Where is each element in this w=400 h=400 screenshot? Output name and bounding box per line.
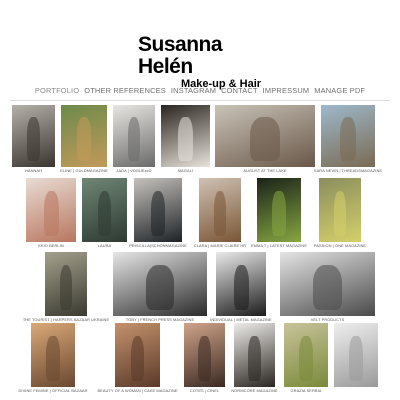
photo-subject (150, 190, 166, 236)
gallery-caption: AUGUST AT THE LAKE (243, 168, 287, 173)
gallery-item[interactable] (280, 252, 375, 316)
nav-instagram[interactable]: INSTAGRAM (171, 86, 216, 95)
gallery-caption: NORMCORE MAGAZINE (231, 388, 278, 393)
gallery-item[interactable] (334, 323, 378, 387)
gallery-item[interactable] (82, 178, 127, 242)
photo-subject (59, 264, 73, 310)
gallery-item[interactable] (184, 323, 225, 387)
gallery-item[interactable] (115, 323, 160, 387)
gallery-item[interactable] (284, 323, 328, 387)
gallery-item[interactable] (113, 105, 155, 167)
nav-contact[interactable]: CONTACT (221, 86, 258, 95)
nav-divider (10, 100, 390, 101)
gallery-item[interactable] (215, 105, 315, 167)
gallery-caption: JADA | VOGUEscD (116, 168, 152, 173)
gallery-item[interactable] (257, 178, 301, 242)
gallery-caption: DIVINE FEMINE | OFFICIAL BAZAAR (18, 388, 88, 393)
gallery-item[interactable] (12, 105, 55, 167)
photo-subject (130, 335, 145, 381)
gallery-item[interactable] (216, 252, 266, 316)
gallery-caption: VELT PRODUCTS (310, 317, 345, 322)
gallery-item[interactable] (113, 252, 207, 316)
nav-manage-pdf[interactable]: MANAGE PDF (314, 86, 365, 95)
gallery-caption: COTES | CINEL (189, 388, 220, 393)
main-nav: PORTFOLIO OTHER REFERENCES INSTAGRAM CON… (0, 86, 400, 95)
gallery-caption: EMMA T | LATEST MAGAZINE (250, 243, 308, 248)
gallery-caption: HANNAH (24, 168, 43, 173)
photo-subject (333, 190, 347, 236)
gallery-item[interactable] (45, 252, 87, 316)
photo-subject (97, 190, 112, 236)
gallery-item[interactable] (26, 178, 76, 242)
photo-subject (349, 335, 363, 381)
gallery-item[interactable] (319, 178, 361, 242)
nav-other-references[interactable]: OTHER REFERENCES (84, 86, 166, 95)
gallery-caption: MAGALI (177, 168, 194, 173)
gallery-item[interactable] (199, 178, 241, 242)
gallery-caption: LAURA (97, 243, 112, 248)
photo-subject (299, 335, 313, 381)
photo-subject (77, 117, 91, 161)
photo-subject (46, 335, 60, 381)
photo-subject (198, 335, 211, 381)
gallery-item[interactable] (234, 323, 275, 387)
gallery-caption: KEIO BERLIN (38, 243, 64, 248)
gallery-caption: GRAZIA SERBIA (290, 388, 322, 393)
site-logo[interactable]: Susanna Helén Make-up & Hair (138, 33, 268, 91)
photo-subject (248, 335, 261, 381)
gallery-item[interactable] (134, 178, 182, 242)
gallery-item[interactable] (161, 105, 210, 167)
gallery-item[interactable] (61, 105, 107, 167)
photo-subject (272, 190, 286, 236)
nav-impressum[interactable]: IMPRESSUM (263, 86, 310, 95)
photo-subject (127, 117, 141, 161)
gallery-caption: INDIVIDUAL | METAL MAGAZINE (210, 317, 272, 322)
photo-subject (43, 190, 59, 236)
gallery-item[interactable] (31, 323, 75, 387)
photo-subject (27, 117, 40, 161)
gallery-caption: CLARA | MARIE CLAIRE HR (193, 243, 247, 248)
photo-subject (213, 190, 227, 236)
nav-portfolio[interactable]: PORTFOLIO (35, 86, 79, 95)
gallery-item[interactable] (321, 105, 375, 167)
gallery-caption: ELINE | GULDMAGAZINE (60, 168, 108, 173)
gallery-caption: PASSION | ONE MAGAZINE (313, 243, 367, 248)
photo-subject (178, 117, 193, 161)
gallery-caption: PRISCILLA|SCHONMAGAZINE (129, 243, 187, 248)
logo-name: Susanna Helén (138, 33, 223, 78)
gallery-caption: SARA NEVIN | THREADSMAGAZINE (313, 168, 383, 173)
gallery-caption: THE TOURIST | HARPERS BAZAAR UKRAINE (22, 317, 110, 322)
photo-subject (250, 117, 280, 161)
gallery-caption: TOBY | FRENCH PRESS MAGAZINE (125, 317, 195, 322)
photo-subject (145, 264, 175, 310)
photo-subject (313, 264, 342, 310)
photo-subject (233, 264, 249, 310)
gallery-caption: BEAUTY OF A WOMAN | CAKE MAGAZINE (97, 388, 178, 393)
photo-subject (339, 117, 357, 161)
